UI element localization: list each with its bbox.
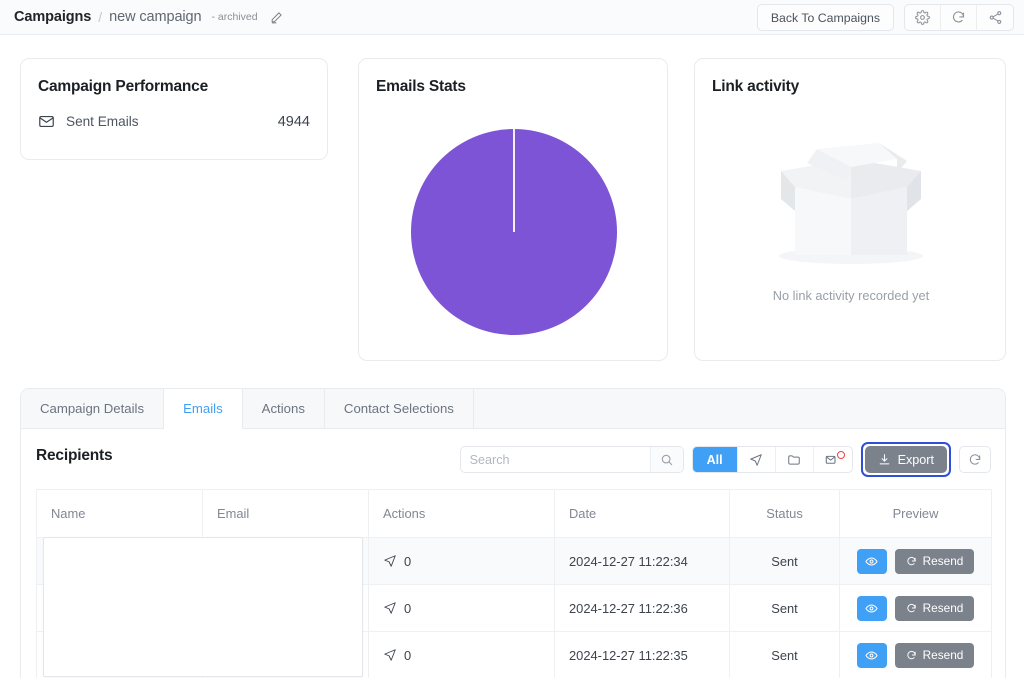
share-icon[interactable] xyxy=(977,5,1013,30)
tab-bar: Campaign Details Emails Actions Contact … xyxy=(21,389,1005,429)
cell-preview: Resend xyxy=(839,631,992,678)
back-to-campaigns-button[interactable]: Back To Campaigns xyxy=(756,4,894,31)
bounced-count-badge xyxy=(836,451,845,459)
send-icon xyxy=(749,453,763,467)
search-input[interactable] xyxy=(460,447,650,472)
send-icon xyxy=(383,648,397,662)
link-activity-empty-state: No link activity recorded yet xyxy=(695,115,1007,355)
cell-date: 2024-12-27 11:22:34 xyxy=(554,537,730,585)
top-bar: Campaigns / new campaign - archived Back… xyxy=(0,0,1024,35)
refresh-icon[interactable] xyxy=(941,5,977,30)
actions-count: 0 xyxy=(404,600,412,616)
table-header-row: Name Email Actions Date Status Preview xyxy=(36,489,992,538)
export-button-label: Export xyxy=(897,452,934,467)
filter-folder-button[interactable] xyxy=(776,447,814,472)
campaign-tabs-panel: Campaign Details Emails Actions Contact … xyxy=(20,388,1006,678)
link-activity-empty-text: No link activity recorded yet xyxy=(772,288,930,303)
filter-sent-button[interactable] xyxy=(738,447,776,472)
folder-icon xyxy=(787,453,801,467)
topbar-actions: Back To Campaigns xyxy=(756,4,1014,31)
cell-date: 2024-12-27 11:22:36 xyxy=(554,584,730,632)
table-header: Name Email Actions Date Status Preview xyxy=(36,489,992,538)
sent-emails-value: 4944 xyxy=(277,113,310,130)
refresh-icon xyxy=(906,650,917,661)
tab-campaign-details[interactable]: Campaign Details xyxy=(21,389,165,428)
cell-actions: 0 xyxy=(368,631,555,678)
name-email-blank-overlay xyxy=(43,537,363,677)
column-header-name[interactable]: Name xyxy=(36,489,203,538)
eye-icon xyxy=(865,649,878,662)
resend-button[interactable]: Resend xyxy=(894,595,975,621)
gear-icon[interactable] xyxy=(905,5,941,30)
cell-status: Sent xyxy=(729,631,840,678)
column-header-status[interactable]: Status xyxy=(729,489,840,538)
envelope-icon xyxy=(38,113,55,130)
export-focus-ring: Export xyxy=(860,442,951,477)
filter-all-button[interactable]: All xyxy=(692,447,738,472)
emails-stats-title: Emails Stats xyxy=(376,78,466,95)
column-header-preview[interactable]: Preview xyxy=(839,489,992,538)
resend-button-label: Resend xyxy=(922,601,964,615)
emails-stats-card: Emails Stats xyxy=(358,58,668,361)
column-header-date[interactable]: Date xyxy=(554,489,730,538)
sent-emails-row: Sent Emails 4944 xyxy=(38,113,310,130)
cell-date: 2024-12-27 11:22:35 xyxy=(554,631,730,678)
emails-stats-pie-chart xyxy=(359,117,669,347)
tab-contact-selections[interactable]: Contact Selections xyxy=(325,389,474,428)
recipients-toolbar: All xyxy=(459,442,991,477)
pie-slice-divider xyxy=(513,129,515,232)
cell-actions: 0 xyxy=(368,584,555,632)
status-filter-group: All xyxy=(691,446,853,473)
open-box-icon xyxy=(759,115,944,280)
pie-graphic xyxy=(411,129,617,335)
breadcrumb: Campaigns / new campaign - archived xyxy=(14,9,283,25)
send-icon xyxy=(383,601,397,615)
refresh-table-button[interactable] xyxy=(959,446,991,473)
actions-count: 0 xyxy=(404,647,412,663)
cell-status: Sent xyxy=(729,537,840,585)
refresh-icon xyxy=(968,453,982,467)
export-button[interactable]: Export xyxy=(864,446,947,473)
campaign-state-label: - archived xyxy=(211,11,258,23)
resend-button-label: Resend xyxy=(922,554,964,568)
preview-button[interactable] xyxy=(856,595,887,621)
sent-emails-label: Sent Emails xyxy=(66,114,139,129)
refresh-icon xyxy=(906,556,917,567)
resend-button-label: Resend xyxy=(922,648,964,662)
filter-bounced-button[interactable] xyxy=(814,447,852,472)
eye-icon xyxy=(865,555,878,568)
preview-button[interactable] xyxy=(856,642,887,668)
download-icon xyxy=(878,453,891,466)
pencil-icon[interactable] xyxy=(270,11,283,24)
cell-actions: 0 xyxy=(368,537,555,585)
link-activity-card: Link activity No link activity recorded … xyxy=(694,58,1006,361)
breadcrumb-current-campaign: new campaign xyxy=(109,9,202,25)
search-box xyxy=(459,446,684,473)
campaign-performance-title: Campaign Performance xyxy=(38,78,208,95)
refresh-icon xyxy=(906,603,917,614)
column-header-actions[interactable]: Actions xyxy=(368,489,555,538)
tab-emails[interactable]: Emails xyxy=(164,389,243,429)
cell-preview: Resend xyxy=(839,584,992,632)
search-icon[interactable] xyxy=(649,447,683,472)
cell-preview: Resend xyxy=(839,537,992,585)
summary-cards: Campaign Performance Sent Emails 4944 Em… xyxy=(20,58,1006,361)
topbar-icon-group xyxy=(904,4,1014,31)
resend-button[interactable]: Resend xyxy=(894,548,975,574)
breadcrumb-campaigns-link[interactable]: Campaigns xyxy=(14,9,91,25)
breadcrumb-separator: / xyxy=(98,9,103,25)
recipients-heading: Recipients xyxy=(36,447,113,464)
campaign-performance-card: Campaign Performance Sent Emails 4944 xyxy=(20,58,328,160)
resend-button[interactable]: Resend xyxy=(894,642,975,668)
preview-button[interactable] xyxy=(856,548,887,574)
eye-icon xyxy=(865,602,878,615)
send-icon xyxy=(383,554,397,568)
actions-count: 0 xyxy=(404,553,412,569)
tab-actions[interactable]: Actions xyxy=(243,389,325,428)
cell-status: Sent xyxy=(729,584,840,632)
column-header-email[interactable]: Email xyxy=(202,489,369,538)
app-page: Campaigns / new campaign - archived Back… xyxy=(0,0,1024,678)
link-activity-title: Link activity xyxy=(712,78,799,95)
